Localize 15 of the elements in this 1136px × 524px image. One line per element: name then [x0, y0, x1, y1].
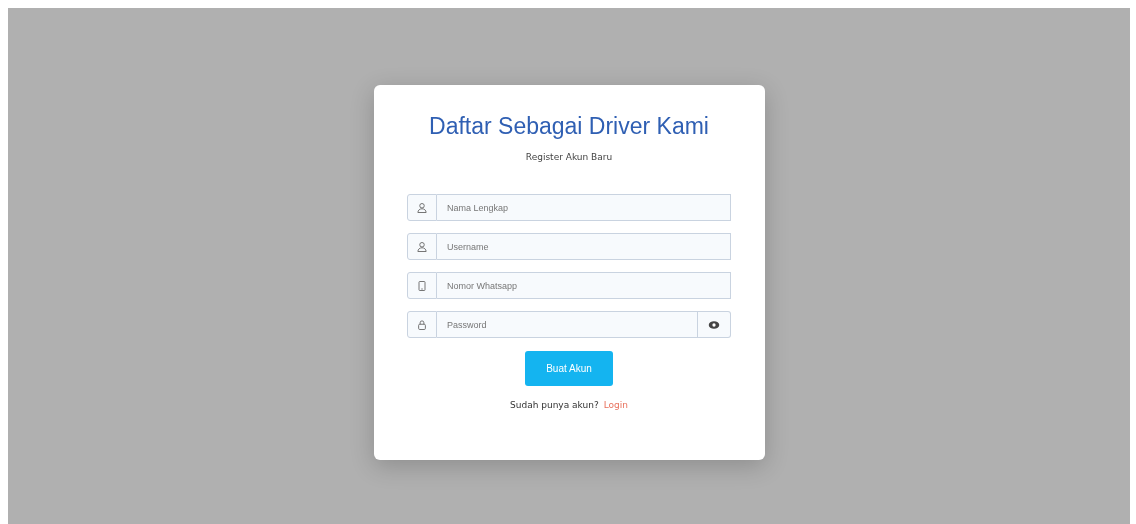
phone-icon: [416, 279, 428, 292]
password-field[interactable]: Password: [437, 311, 698, 338]
user-icon: [416, 240, 428, 253]
visibility-toggle[interactable]: [698, 311, 731, 338]
input-field[interactable]: Nama Lengkap: [437, 194, 731, 221]
input-field[interactable]: Nomor Whatsapp: [437, 272, 731, 299]
login-link[interactable]: Login: [603, 400, 628, 410]
eye-icon[interactable]: [708, 318, 720, 331]
submit-button[interactable]: Buat Akun: [525, 351, 613, 386]
lock-icon: [416, 318, 428, 331]
footer-text: Sudah punya akun?: [510, 400, 599, 410]
form-title: Daftar Sebagai Driver Kami: [429, 113, 709, 140]
form-subtitle: Register Akun Baru: [525, 152, 613, 162]
user-icon: [416, 201, 428, 214]
input-field[interactable]: Username: [437, 233, 731, 260]
